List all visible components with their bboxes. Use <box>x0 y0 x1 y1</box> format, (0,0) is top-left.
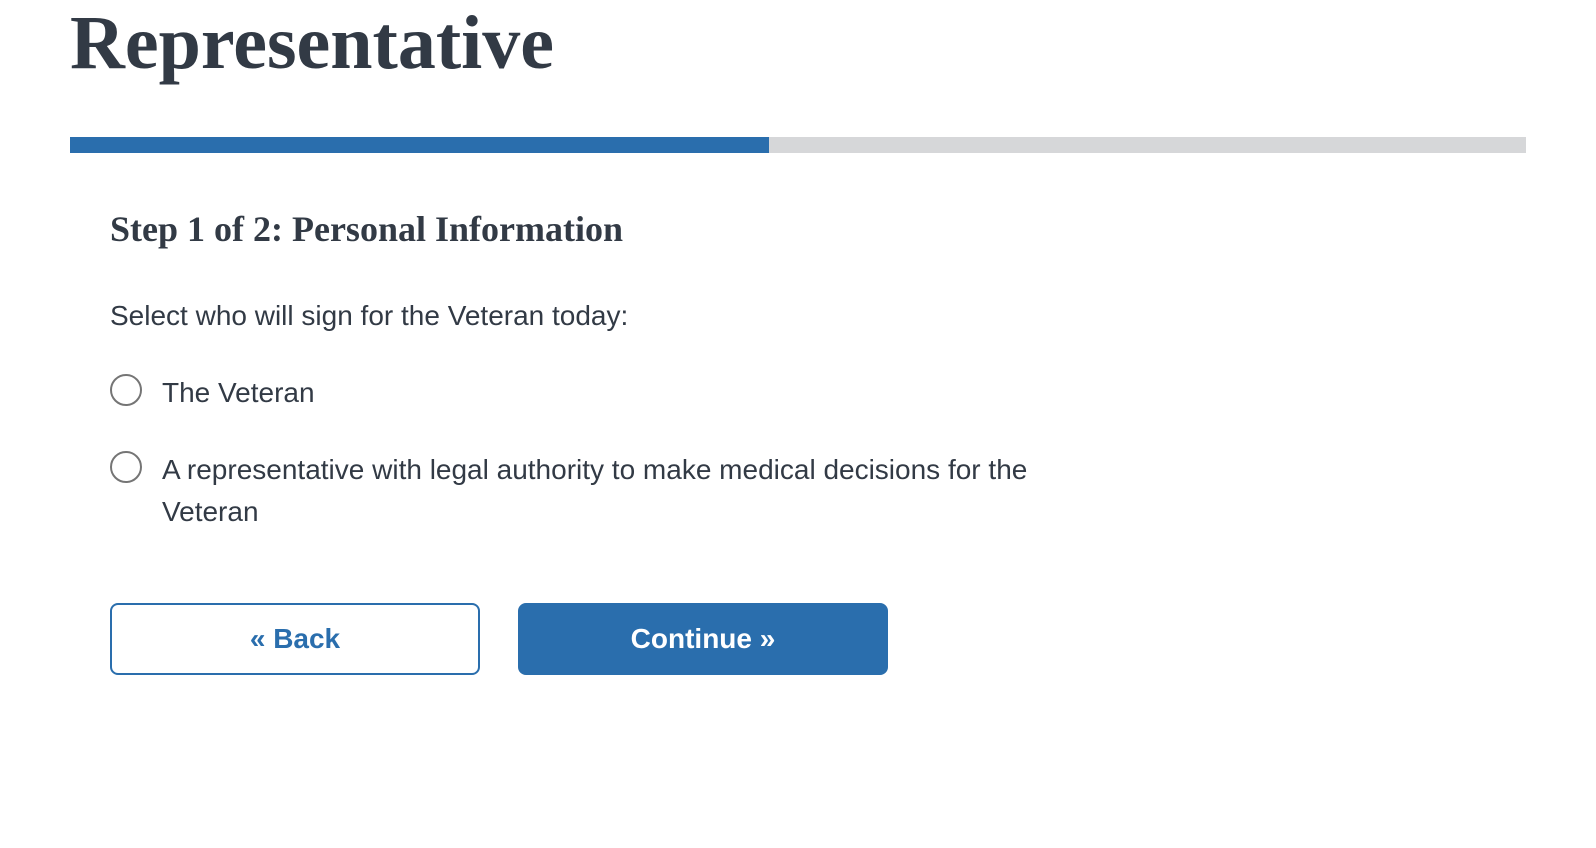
radio-icon <box>110 451 142 483</box>
question-text: Select who will sign for the Veteran tod… <box>110 300 1486 332</box>
back-button[interactable]: « Back <box>110 603 480 675</box>
radio-option-veteran[interactable]: The Veteran <box>110 372 1486 414</box>
step-heading: Step 1 of 2: Personal Information <box>110 208 1486 250</box>
button-row: « Back Continue » <box>110 603 1486 675</box>
radio-group: The Veteran A representative with legal … <box>110 372 1486 533</box>
continue-button[interactable]: Continue » <box>518 603 888 675</box>
radio-icon <box>110 374 142 406</box>
progress-fill <box>70 137 769 153</box>
radio-label: The Veteran <box>162 372 315 414</box>
radio-option-representative[interactable]: A representative with legal authority to… <box>110 449 1486 533</box>
form-content: Step 1 of 2: Personal Information Select… <box>70 208 1526 675</box>
progress-bar <box>70 137 1526 153</box>
page-title: Representative <box>70 0 1526 87</box>
radio-label: A representative with legal authority to… <box>162 449 1062 533</box>
